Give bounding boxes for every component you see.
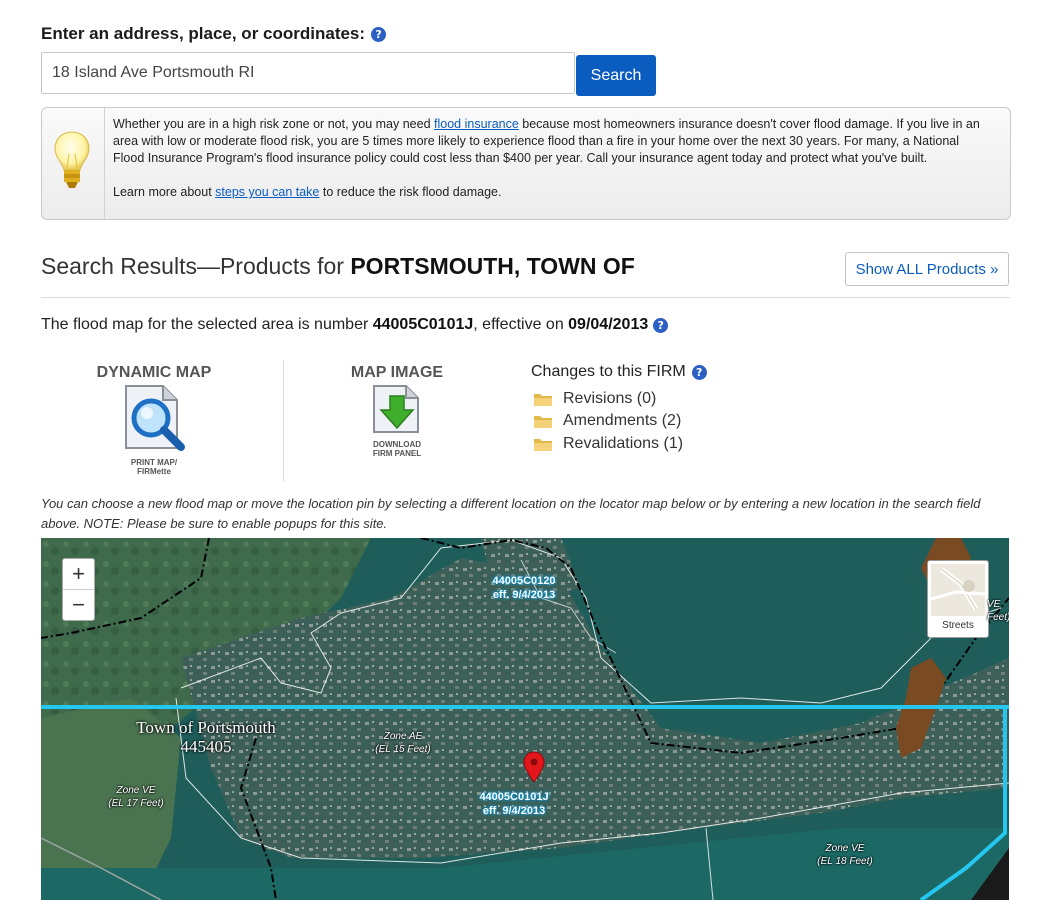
- panel-label-main: 44005C0101J eff. 9/4/2013: [469, 790, 559, 818]
- search-button[interactable]: Search: [576, 55, 656, 96]
- insurance-info-box: Whether you are in a high risk zone or n…: [41, 107, 1011, 220]
- change-item-label: Revalidations (1): [563, 435, 684, 452]
- panel-label-line: eff. 9/4/2013: [482, 805, 546, 817]
- results-title-prefix: Search Results—Products for: [41, 253, 351, 279]
- panel-label-line: eff. 9/4/2013: [492, 589, 556, 601]
- change-item-label: Revisions (0): [563, 390, 657, 407]
- info-text: Whether you are in a high risk zone or n…: [113, 116, 983, 201]
- zoom-out-button[interactable]: −: [63, 590, 94, 620]
- zone-label-ae: Zone AE (EL 15 Feet): [363, 730, 443, 756]
- basemap-thumbnail: [930, 564, 986, 616]
- download-icon: [373, 385, 419, 433]
- info-paragraph-2: Learn more about steps you can take to r…: [113, 184, 983, 201]
- zone-label-line: (EL 18 Feet): [817, 856, 873, 867]
- dynamic-map-heading: DYNAMIC MAP: [96, 364, 212, 381]
- change-item-revalidations[interactable]: Revalidations (1): [534, 435, 683, 453]
- basemap-toggle[interactable]: Streets: [927, 560, 989, 638]
- dynamic-map-button[interactable]: PRINT MAP/ FIRMette: [121, 384, 187, 476]
- location-pin-icon[interactable]: [523, 751, 545, 783]
- zone-label-ve-edge: VE Feet): [987, 598, 1009, 624]
- zone-label-ve-right: Zone VE (EL 18 Feet): [805, 842, 885, 868]
- zone-label-line: Feet): [987, 612, 1009, 623]
- zoom-control: + −: [62, 558, 95, 621]
- map-image-button[interactable]: DOWNLOAD FIRM PANEL: [365, 384, 429, 458]
- help-icon[interactable]: ?: [653, 317, 669, 333]
- flood-prefix: The flood map for the selected area is n…: [41, 316, 373, 333]
- info-text-part: to reduce the risk flood damage.: [319, 185, 502, 199]
- effective-text: , effective on: [473, 316, 569, 333]
- caption-line: PRINT MAP/: [130, 458, 178, 467]
- zone-label-line: (EL 17 Feet): [108, 798, 164, 809]
- results-title: Search Results—Products for PORTSMOUTH, …: [41, 253, 635, 280]
- zoom-in-button[interactable]: +: [63, 559, 94, 590]
- folder-icon: [534, 438, 552, 451]
- zone-label-ve-left: Zone VE (EL 17 Feet): [96, 784, 176, 810]
- community-label-line: Town of Portsmouth: [136, 718, 276, 737]
- print-map-caption: PRINT MAP/ FIRMette: [121, 458, 187, 476]
- print-map-icon: [125, 385, 185, 451]
- download-caption: DOWNLOAD FIRM PANEL: [365, 440, 429, 458]
- panel-label-line: 44005C0101J: [479, 791, 549, 803]
- panel-label-line: 44005C0120: [492, 575, 556, 587]
- change-item-amendments[interactable]: Amendments (2): [534, 412, 681, 430]
- map-image-heading: MAP IMAGE: [350, 364, 444, 381]
- info-paragraph-1: Whether you are in a high risk zone or n…: [113, 116, 983, 167]
- show-all-products-button[interactable]: Show ALL Products »: [845, 252, 1009, 286]
- folder-icon: [534, 415, 552, 428]
- change-item-label: Amendments (2): [563, 412, 682, 429]
- community-label-line: 445405: [180, 737, 232, 756]
- change-item-revisions[interactable]: Revisions (0): [534, 390, 656, 408]
- steps-link[interactable]: steps you can take: [215, 185, 319, 199]
- changes-title: Changes to this FIRM ?: [531, 363, 707, 381]
- product-divider: [283, 360, 284, 482]
- folder-icon: [534, 393, 552, 406]
- panel-label-top: 44005C0120 eff. 9/4/2013: [479, 574, 569, 602]
- flood-insurance-link[interactable]: flood insurance: [434, 117, 519, 131]
- divider: [41, 297, 1010, 298]
- info-text-part: Whether you are in a high risk zone or n…: [113, 117, 435, 131]
- panel-number: 44005C0101J: [372, 316, 474, 333]
- flood-map-summary: The flood map for the selected area is n…: [41, 316, 669, 334]
- info-icon-column: [42, 108, 105, 219]
- lightbulb-icon: [54, 131, 90, 188]
- zone-label-line: VE: [987, 599, 1001, 610]
- help-icon[interactable]: ?: [371, 26, 387, 42]
- zone-label-line: Zone VE: [116, 785, 156, 796]
- community-label: Town of Portsmouth 445405: [121, 718, 291, 756]
- caption-line: FIRM PANEL: [372, 449, 422, 458]
- effective-date: 09/04/2013: [568, 316, 649, 333]
- locator-note: You can choose a new flood map or move t…: [41, 496, 981, 531]
- zone-label-line: (EL 15 Feet): [375, 744, 431, 755]
- caption-line: DOWNLOAD: [373, 440, 421, 449]
- changes-title-text: Changes to this FIRM: [531, 363, 686, 380]
- basemap-label: Streets: [942, 620, 974, 631]
- locator-map[interactable]: + − Streets 44005C0120 eff. 9/4/2013 Tow…: [41, 538, 1009, 900]
- caption-line: FIRMette: [137, 467, 171, 476]
- search-input[interactable]: [41, 52, 575, 94]
- info-text-part: Learn more about: [113, 185, 216, 199]
- zone-label-line: Zone AE: [383, 731, 423, 742]
- search-label-text: Enter an address, place, or coordinates:: [41, 24, 366, 43]
- search-label: Enter an address, place, or coordinates:…: [41, 24, 387, 44]
- street-map-icon: [930, 564, 986, 616]
- community-name: PORTSMOUTH, TOWN OF: [350, 253, 635, 279]
- zone-label-line: Zone VE: [825, 843, 865, 854]
- help-icon[interactable]: ?: [691, 364, 707, 380]
